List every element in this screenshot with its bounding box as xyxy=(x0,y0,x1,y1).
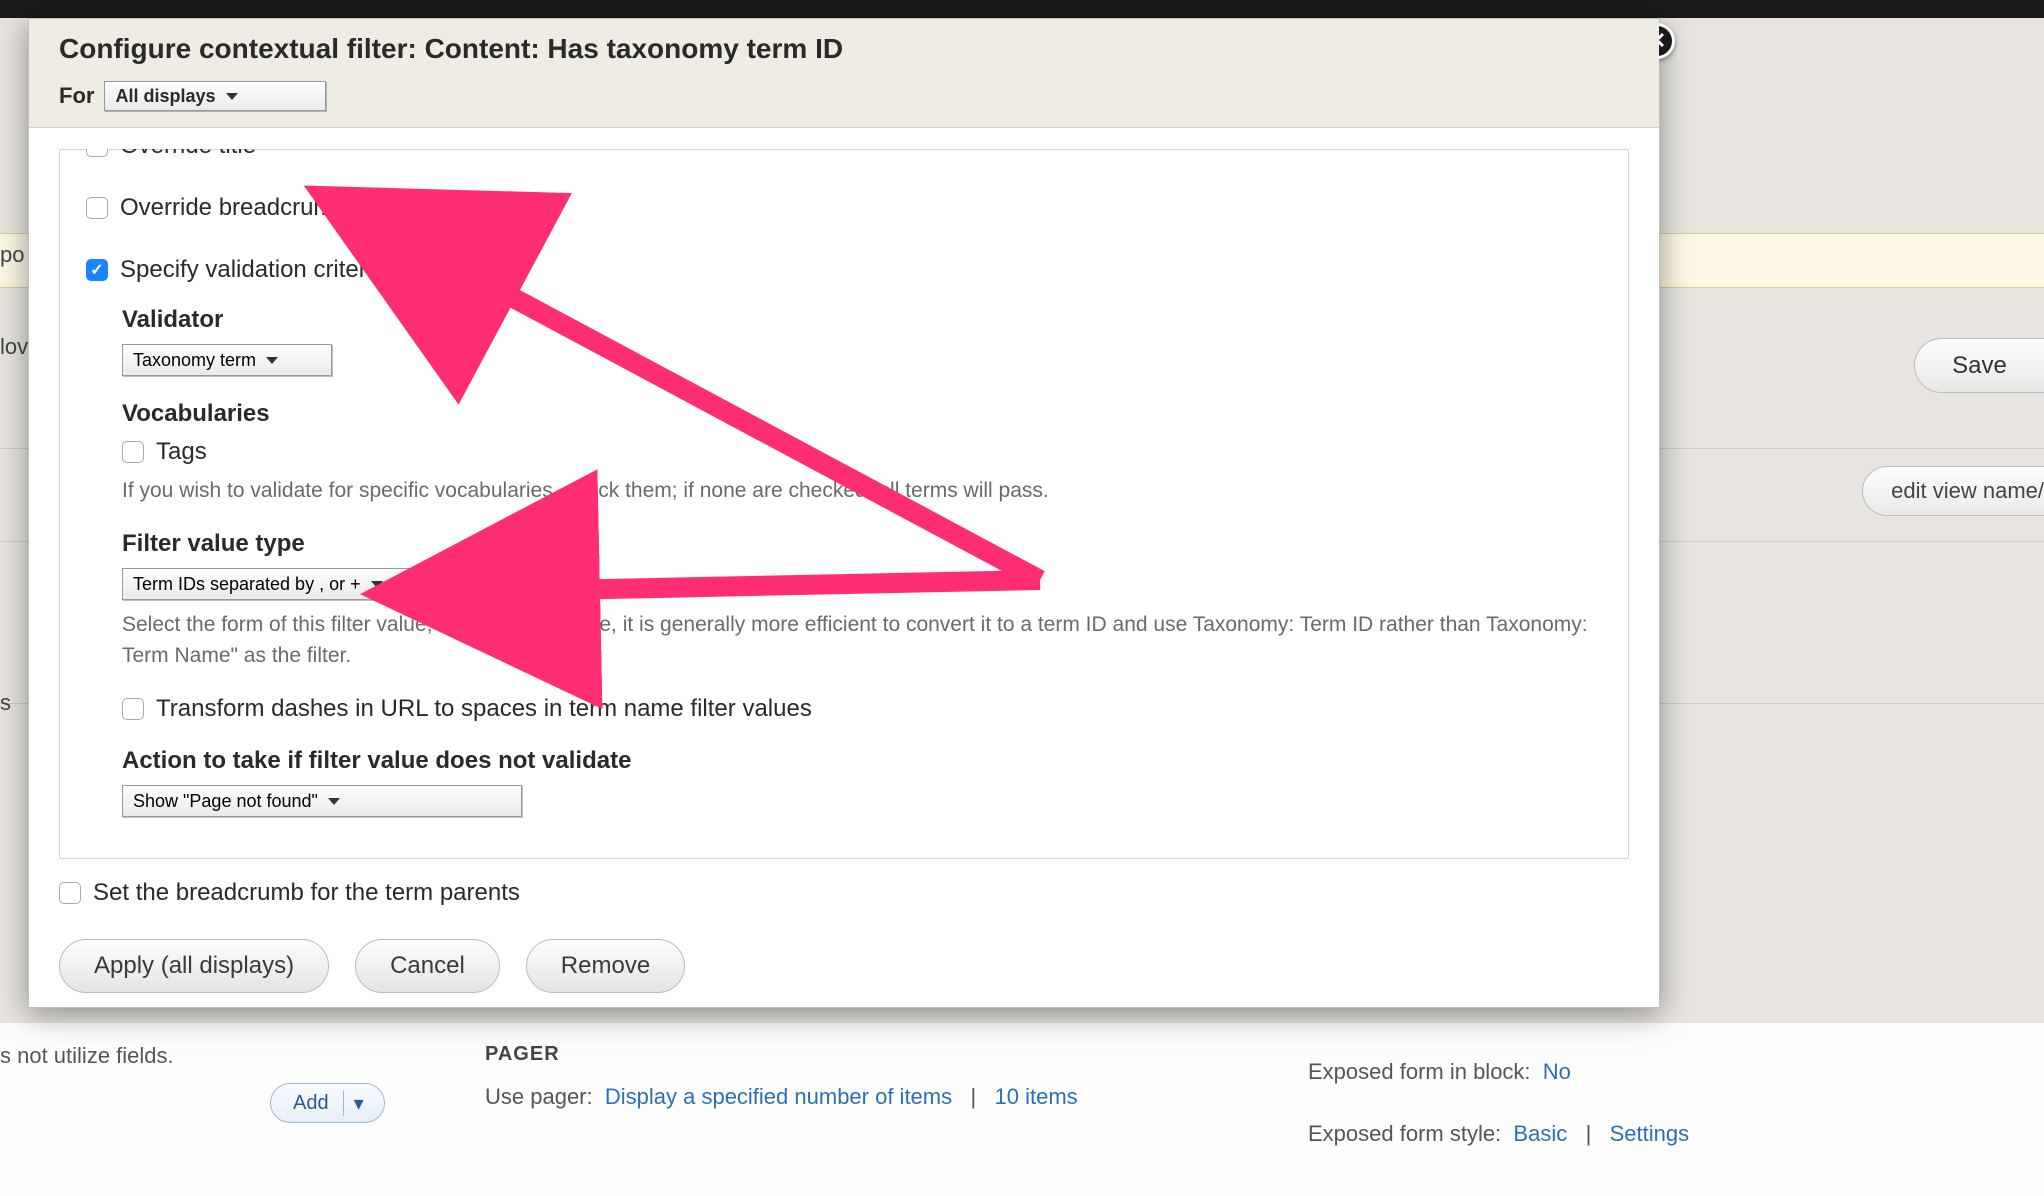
override-breadcrumb-checkbox[interactable] xyxy=(86,197,108,219)
set-breadcrumb-option[interactable]: Set the breadcrumb for the term parents xyxy=(59,879,1629,907)
remove-button[interactable]: Remove xyxy=(526,939,685,993)
sep: | xyxy=(970,1084,976,1109)
exposed-block-label: Exposed form in block: xyxy=(1308,1059,1531,1084)
action-not-validate-value: Show "Page not found" xyxy=(133,791,318,812)
vocabulary-tags-label: Tags xyxy=(156,438,207,466)
override-breadcrumb-option[interactable]: Override breadcrumb xyxy=(86,194,1602,222)
override-title-label: Override title xyxy=(120,149,256,160)
action-not-validate-select[interactable]: Show "Page not found" xyxy=(122,785,522,817)
sep: | xyxy=(1586,1121,1592,1146)
set-breadcrumb-checkbox[interactable] xyxy=(59,882,81,904)
top-bar xyxy=(0,0,2044,18)
vocabularies-label: Vocabularies xyxy=(122,400,1602,428)
cancel-button[interactable]: Cancel xyxy=(355,939,500,993)
pager-items-link[interactable]: 10 items xyxy=(995,1084,1078,1109)
vocabularies-help: If you wish to validate for specific voc… xyxy=(122,476,1602,506)
fields-note: s not utilize fields. xyxy=(0,1023,440,1069)
validator-select[interactable]: Taxonomy term xyxy=(122,344,332,376)
chevron-down-icon xyxy=(371,581,383,588)
use-pager-label: Use pager: xyxy=(485,1084,593,1109)
transform-dashes-option[interactable]: Transform dashes in URL to spaces in ter… xyxy=(122,695,1602,723)
pager-heading: PAGER xyxy=(485,1043,1285,1066)
modal-body: Override title Override breadcrumb Speci… xyxy=(59,149,1629,919)
for-display-select[interactable]: All displays xyxy=(104,81,326,111)
bg-text: s xyxy=(0,690,11,716)
exposed-block-link[interactable]: No xyxy=(1543,1059,1571,1084)
chevron-down-icon xyxy=(266,357,278,364)
bg-text: po xyxy=(0,242,24,268)
dropdown-caret-icon[interactable]: ▾ xyxy=(343,1091,374,1116)
bg-text: lov xyxy=(0,334,28,360)
exposed-style-link[interactable]: Basic xyxy=(1513,1121,1567,1146)
views-config-lower: s not utilize fields. Add ▾ PAGER Use pa… xyxy=(0,1023,2044,1196)
validator-value: Taxonomy term xyxy=(133,350,256,371)
specify-validation-option[interactable]: Specify validation criteria xyxy=(86,256,1602,284)
filter-value-type-select[interactable]: Term IDs separated by , or + xyxy=(122,568,468,600)
edit-view-name-button[interactable]: edit view name/ xyxy=(1862,466,2044,516)
for-label: For xyxy=(59,83,94,109)
configure-contextual-filter-modal: ✕ Configure contextual filter: Content: … xyxy=(28,18,1660,1008)
save-button[interactable]: Save xyxy=(1914,338,2044,393)
override-title-option[interactable]: Override title xyxy=(86,149,1602,160)
modal-footer: Apply (all displays) Cancel Remove xyxy=(59,939,1629,993)
vocabulary-tags-option[interactable]: Tags xyxy=(122,438,1602,466)
chevron-down-icon xyxy=(226,93,238,100)
specify-validation-checkbox[interactable] xyxy=(86,259,108,281)
set-breadcrumb-label: Set the breadcrumb for the term parents xyxy=(93,879,520,907)
filter-value-type-help: Select the form of this filter value; if… xyxy=(122,610,1602,671)
action-not-validate-label: Action to take if filter value does not … xyxy=(122,747,1602,775)
vocabulary-tags-checkbox[interactable] xyxy=(122,441,144,463)
pager-display-link[interactable]: Display a specified number of items xyxy=(605,1084,952,1109)
override-title-checkbox[interactable] xyxy=(86,149,108,157)
modal-header: Configure contextual filter: Content: Ha… xyxy=(29,19,1659,128)
filter-value-type-value: Term IDs separated by , or + xyxy=(133,574,361,595)
for-display-value: All displays xyxy=(115,86,215,107)
chevron-down-icon xyxy=(328,798,340,805)
transform-dashes-label: Transform dashes in URL to spaces in ter… xyxy=(156,695,812,723)
override-breadcrumb-label: Override breadcrumb xyxy=(120,194,347,222)
add-button-label: Add xyxy=(271,1092,329,1115)
apply-button[interactable]: Apply (all displays) xyxy=(59,939,329,993)
modal-title: Configure contextual filter: Content: Ha… xyxy=(59,33,1639,65)
transform-dashes-checkbox[interactable] xyxy=(122,698,144,720)
filter-value-type-label: Filter value type xyxy=(122,530,1602,558)
exposed-style-label: Exposed form style: xyxy=(1308,1121,1501,1146)
validator-label: Validator xyxy=(122,306,1602,334)
add-button[interactable]: Add ▾ xyxy=(270,1083,385,1123)
exposed-style-settings-link[interactable]: Settings xyxy=(1610,1121,1690,1146)
specify-validation-label: Specify validation criteria xyxy=(120,256,385,284)
